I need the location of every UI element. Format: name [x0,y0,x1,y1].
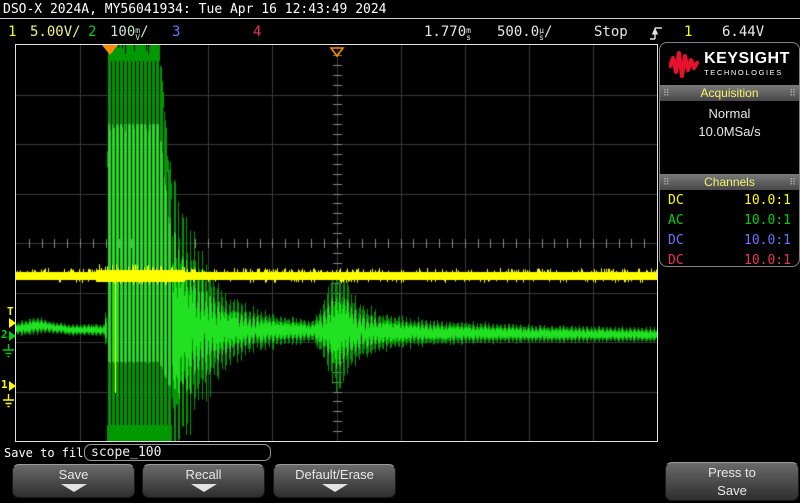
save-softkey[interactable]: Save [12,464,135,498]
probe-ratio: 10.0:1 [744,233,791,248]
softkey-label: Default/Erase [274,467,395,482]
ch2-scale[interactable]: 100mV/ [110,24,149,41]
channel-row: DC 10.0:1 [660,250,799,267]
waveform-canvas [16,45,657,441]
keysight-spark-icon [669,50,699,78]
trigger-level-marker-label[interactable]: T [7,305,14,318]
trigger-level-arrow-icon [9,318,16,328]
probe-ratio: 10.0:1 [744,213,791,228]
ch1-number[interactable]: 1 [8,24,16,40]
time-reference-marker[interactable] [329,43,345,62]
press-to-save-line2: Save [666,482,798,500]
trigger-position-marker[interactable] [102,45,118,55]
default-erase-softkey[interactable]: Default/Erase [273,464,396,498]
probe-ratio: 10.0:1 [744,253,791,268]
trigger-source: 1 [684,24,692,40]
recall-softkey[interactable]: Recall [142,464,265,498]
channels-title: Channels [704,175,755,189]
press-to-save-line1: Press to [666,464,798,482]
grip-icon: ⠿ [660,177,673,188]
brand-subtitle: TECHNOLOGIES [704,69,790,77]
side-panel: KEYSIGHT TECHNOLOGIES ⠿ Acquisition ⠿ No… [659,42,800,267]
ch2-scale-value: 100 [110,24,135,40]
coupling-label: DC [668,253,684,268]
ch2-number[interactable]: 2 [88,24,96,40]
acquisition-header: ⠿ Acquisition ⠿ [660,85,799,101]
delay-readout[interactable]: 1.770ms [424,24,471,41]
ch2-ground-icon [2,343,15,362]
menu-down-arrow-icon [322,484,348,492]
trigger-level: 6.44V [722,24,764,40]
ch1-ground-icon [2,393,15,412]
acquisition-title: Acquisition [700,86,758,100]
trigger-edge-icon [649,25,663,46]
run-state: Stop [594,24,628,40]
ch2-scale-slash: / [140,24,148,40]
ch1-scale-unit: V/ [64,24,81,40]
grip-icon: ⠿ [786,177,799,188]
brand-name: KEYSIGHT [704,51,790,67]
sample-rate: 10.0MSa/s [660,124,799,139]
channel-row: DC 10.0:1 [660,190,799,210]
coupling-label: DC [668,193,684,208]
channel-row: DC 10.0:1 [660,230,799,250]
ch3-number[interactable]: 3 [172,24,180,40]
coupling-label: DC [668,233,684,248]
title-separator [0,18,800,19]
waveform-display [15,44,658,442]
ch2-ground-arrow-icon [9,331,16,341]
ch1-ground-marker-label[interactable]: 1 [1,378,8,391]
ch2-ground-marker-label[interactable]: 2 [1,328,8,341]
delay-value: 1.770 [424,24,466,40]
menu-down-arrow-icon [191,484,217,492]
ch1-ground-arrow-icon [9,381,16,391]
channel-list: DC 10.0:1 AC 10.0:1 DC 10.0:1 DC 10.0:1 [660,190,799,267]
timebase-slash: / [544,24,552,40]
press-to-save-button[interactable]: Press to Save [665,462,799,501]
acquisition-mode: Normal [660,106,799,121]
channels-header: ⠿ Channels ⠿ [660,174,799,190]
ch1-scale[interactable]: 5.00V/ [30,24,81,40]
delay-unit-stacked: ms [466,28,471,41]
acquisition-info: Normal 10.0MSa/s [660,106,799,174]
softkey-label: Save [13,467,134,482]
grip-icon: ⠿ [786,88,799,99]
keysight-logo: KEYSIGHT TECHNOLOGIES [660,43,799,85]
menu-down-arrow-icon [61,484,87,492]
coupling-label: AC [668,213,684,228]
timebase-readout[interactable]: 500.0µs/ [497,24,552,41]
grip-icon: ⠿ [660,88,673,99]
ch4-number[interactable]: 4 [253,24,261,40]
softkey-label: Recall [143,467,264,482]
title-bar: DSO-X 2024A, MY56041934: Tue Apr 16 12:4… [3,2,387,17]
ch1-scale-value: 5.00 [30,24,64,40]
filename-input[interactable] [84,444,271,461]
probe-ratio: 10.0:1 [744,193,791,208]
timebase-value: 500.0 [497,24,539,40]
channel-row: AC 10.0:1 [660,210,799,230]
